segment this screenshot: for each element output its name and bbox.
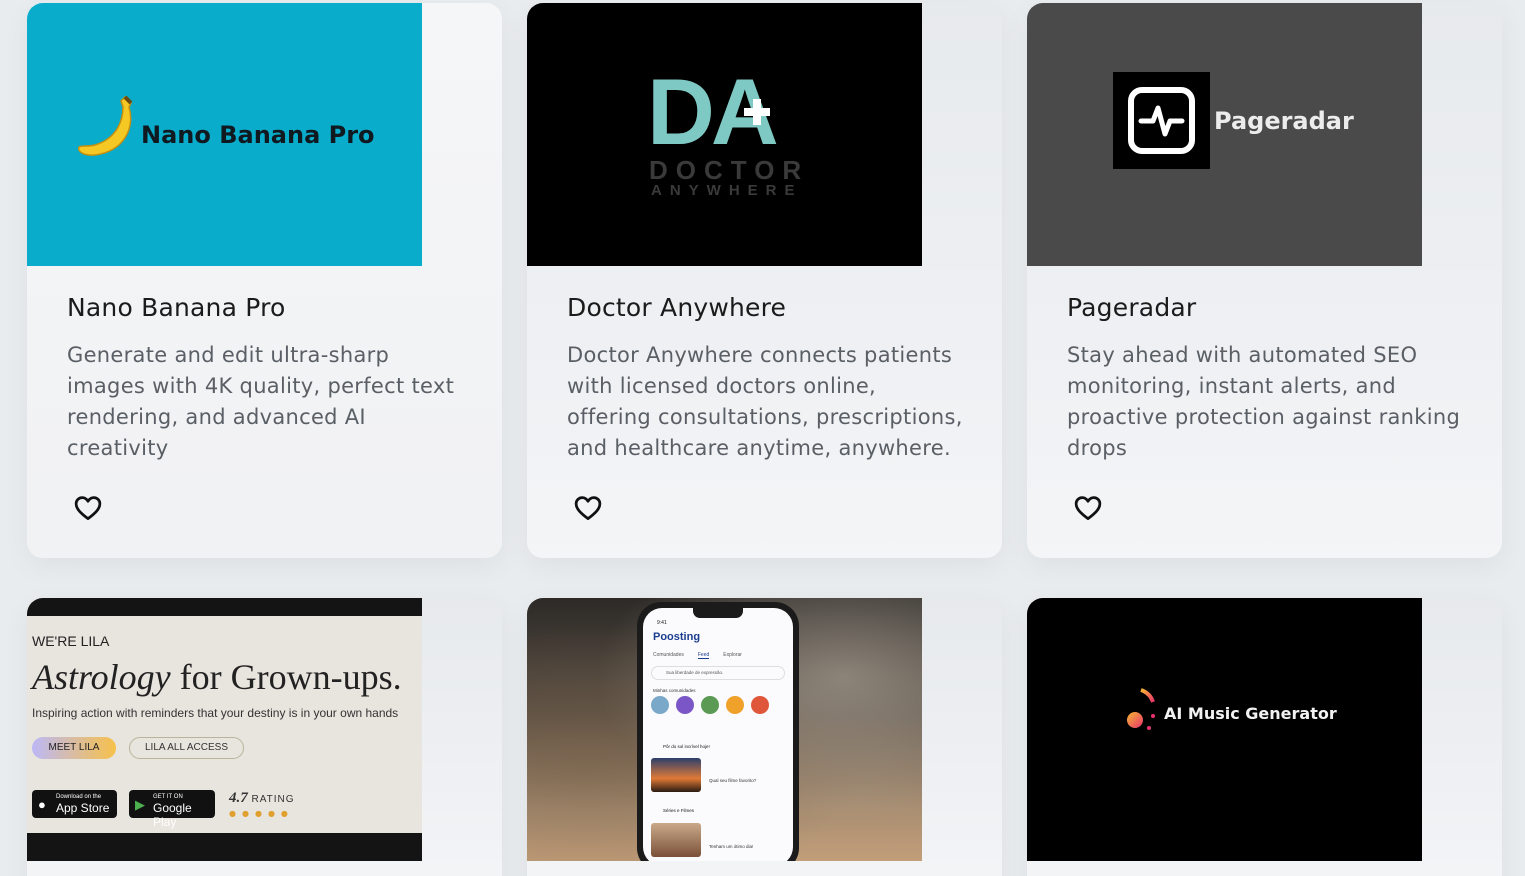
product-card-ai-music-generator[interactable]: AI Music Generator: [1027, 598, 1502, 876]
heart-outline-icon[interactable]: [73, 493, 103, 523]
product-card-nano-banana-pro[interactable]: Nano Banana Pro Nano Banana Pro Generate…: [27, 3, 502, 558]
thumbnail-brand-text: Nano Banana Pro: [141, 121, 375, 149]
play-icon: ▶: [135, 797, 145, 812]
app-title: Poosting: [653, 631, 701, 643]
post-caption: Tenham um ótimo dia!: [709, 844, 754, 849]
section-label: Minhas comunidades: [653, 688, 696, 693]
thumbnail-top-bar: [27, 598, 422, 616]
card-description: Generate and edit ultra-sharp images wit…: [67, 343, 455, 460]
community-icons: [651, 696, 776, 719]
thumbnail-pageradar[interactable]: Pageradar: [1027, 3, 1422, 266]
meet-lila-button: MEET LILA: [32, 737, 116, 759]
heart-outline-icon[interactable]: [573, 493, 603, 523]
pulse-icon: [1113, 72, 1210, 169]
thumbnail-poosting[interactable]: 9:41 Poosting Comunidades Feed Explorar Su…: [527, 598, 922, 861]
product-card-lila[interactable]: WE'RE LILA Astrology for Grown-ups. Insp…: [27, 598, 502, 876]
plus-icon: [744, 99, 770, 125]
post-title: Pôr do sol incrível hoje!: [663, 744, 710, 749]
phone-notch: [693, 608, 743, 618]
lila-kicker: WE'RE LILA: [32, 633, 110, 649]
phone-screen: 9:41 Poosting Comunidades Feed Explorar Su…: [643, 608, 793, 861]
card-description: Doctor Anywhere connects patients with l…: [567, 343, 963, 460]
lila-headline: Astrology for Grown-ups.: [32, 657, 402, 697]
music-note-icon: [1127, 688, 1155, 730]
thumbnail-nano-banana-pro[interactable]: Nano Banana Pro: [27, 3, 422, 266]
product-card-poosting[interactable]: 9:41 Poosting Comunidades Feed Explorar Su…: [527, 598, 1002, 876]
post-title: Séries e Filmes: [663, 808, 695, 813]
thumbnail-brand-text: AI Music Generator: [1164, 704, 1337, 723]
phone-mockup: 9:41 Poosting Comunidades Feed Explorar Su…: [637, 602, 799, 861]
lila-tagline: Inspiring action with reminders that you…: [32, 706, 399, 720]
app-store-badge: ● Download on the App Store: [32, 790, 117, 818]
product-card-pageradar[interactable]: Pageradar Pageradar Stay ahead with auto…: [1027, 3, 1502, 558]
lila-all-access-button: LILA ALL ACCESS: [129, 737, 244, 759]
thumbnail-brand-text: Pageradar: [1214, 107, 1354, 135]
card-title[interactable]: Pageradar: [1067, 293, 1196, 322]
thumbnail-lila[interactable]: WE'RE LILA Astrology for Grown-ups. Insp…: [27, 598, 422, 861]
post-image: [651, 823, 701, 857]
lila-rating: 4.7 RATING: [229, 790, 295, 806]
app-tabs: Comunidades Feed Explorar: [653, 652, 742, 659]
logo-line-2: ANYWHERE: [651, 182, 803, 199]
compose-box: Sua liberdade de expressão.: [651, 666, 785, 680]
banana-icon: [77, 95, 133, 156]
heart-outline-icon[interactable]: [1073, 493, 1103, 523]
thumbnail-doctor-anywhere[interactable]: DA DOCTOR ANYWHERE: [527, 3, 922, 266]
card-title[interactable]: Doctor Anywhere: [567, 293, 786, 322]
google-play-badge: ▶ GET IT ON Google Play: [129, 790, 215, 829]
status-time: 9:41: [657, 620, 667, 626]
logo-line-1: DOCTOR: [649, 155, 810, 185]
apple-icon: ●: [38, 797, 46, 812]
post-caption: Qual seu filme favorito?: [709, 778, 757, 783]
post-image: [651, 758, 701, 792]
card-title[interactable]: Nano Banana Pro: [67, 293, 286, 322]
card-description: Stay ahead with automated SEO monitoring…: [1067, 343, 1461, 460]
product-card-doctor-anywhere[interactable]: DA DOCTOR ANYWHERE Doctor Anywhere Docto…: [527, 3, 1002, 558]
thumbnail-bottom-bar: [27, 833, 422, 861]
rating-stars-icon: ●●●●●: [229, 809, 294, 818]
thumbnail-ai-music-generator[interactable]: AI Music Generator: [1027, 598, 1422, 861]
